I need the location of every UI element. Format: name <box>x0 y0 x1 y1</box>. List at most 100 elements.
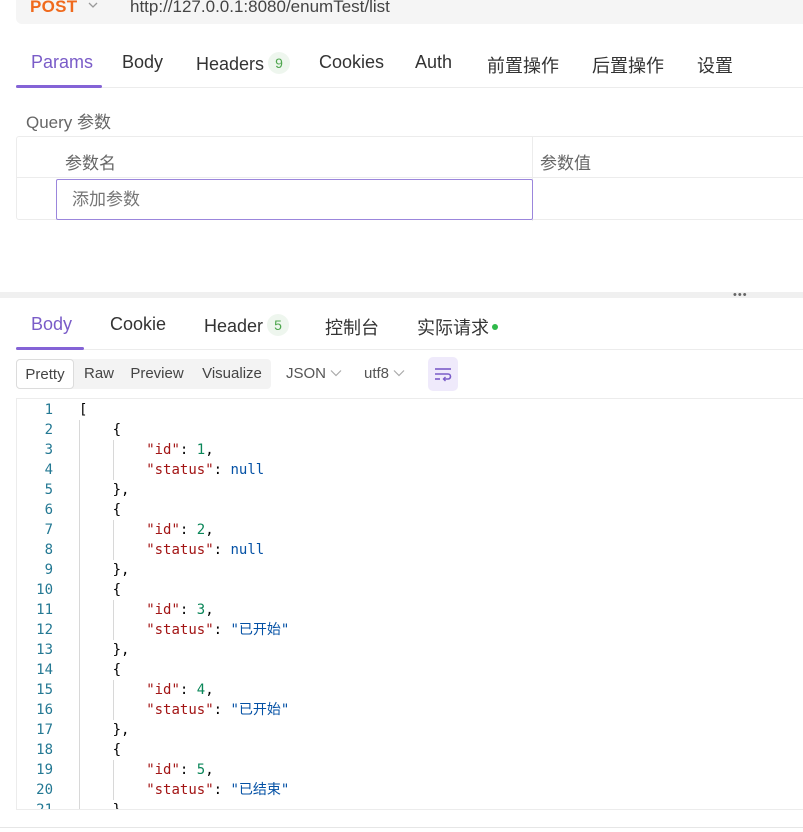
code-token: { <box>112 422 122 438</box>
code-line: 3 "id": 1, <box>17 440 803 460</box>
add-param-input[interactable] <box>56 179 533 220</box>
code-token: { <box>112 582 122 598</box>
code-token: : <box>179 762 197 778</box>
response-tabs: Body Cookie Header 5 控制台 实际请求 <box>16 304 803 350</box>
response-body-viewer[interactable]: 1[2{3 "id": 1, 4 "status": null 5}, 6{7 "id": … <box>16 398 803 810</box>
code-token: 3 <box>196 602 206 618</box>
resp-tab-body[interactable]: Body <box>31 314 72 335</box>
code-token: "status" <box>146 782 214 798</box>
format-dropdown[interactable]: JSON <box>286 359 342 389</box>
code-token: "已开始" <box>230 622 290 638</box>
code-text: "status": "已开始" <box>146 620 289 640</box>
code-line: 13}, <box>17 640 803 660</box>
resp-tab-header[interactable]: Header 5 <box>204 314 290 337</box>
code-text: "status": null <box>146 540 264 560</box>
code-token: , <box>205 602 214 618</box>
tab-body[interactable]: Body <box>122 52 163 73</box>
indent-guide <box>112 700 114 720</box>
view-pretty-button[interactable]: Pretty <box>16 359 74 389</box>
code-text: "id": 4, <box>146 680 213 700</box>
word-wrap-button[interactable] <box>428 357 458 391</box>
code-line: 2{ <box>17 420 803 440</box>
encoding-dropdown[interactable]: utf8 <box>364 359 405 389</box>
code-token: : <box>179 522 197 538</box>
code-line: 18 { <box>17 740 803 760</box>
code-text: [ <box>79 400 87 420</box>
panel-splitter[interactable] <box>0 292 803 298</box>
code-line: 12 "status": "已开始" <box>17 620 803 640</box>
code-line: 9}, <box>17 560 803 580</box>
code-line: 8 "status": null <box>17 540 803 560</box>
view-visualize-button[interactable]: Visualize <box>198 359 266 389</box>
tab-post-script[interactable]: 后置操作 <box>592 52 664 78</box>
resp-tab-cookie[interactable]: Cookie <box>110 314 166 335</box>
tab-auth[interactable]: Auth <box>415 52 452 73</box>
code-token: 2 <box>196 522 206 538</box>
indent-guide <box>112 780 114 800</box>
resp-tab-header-label: Header <box>204 316 264 336</box>
more-dots-icon[interactable]: ••• <box>733 290 748 301</box>
code-token: 4 <box>196 682 206 698</box>
code-line: 21} <box>17 800 803 810</box>
code-line: 6{ <box>17 500 803 520</box>
code-text: }, <box>113 640 130 660</box>
chevron-down-icon[interactable] <box>88 0 98 10</box>
code-token: null <box>230 542 265 558</box>
code-text: }, <box>113 720 130 740</box>
encoding-dropdown-label: utf8 <box>364 365 390 382</box>
code-token: "status" <box>146 542 214 558</box>
headers-count-badge: 9 <box>268 52 291 74</box>
code-token: "status" <box>146 702 214 718</box>
tab-params[interactable]: Params <box>31 52 93 73</box>
code-token: }, <box>112 482 130 498</box>
line-number: 10 <box>36 582 53 598</box>
active-tab-indicator <box>16 85 102 88</box>
tab-pre-script[interactable]: 前置操作 <box>487 52 559 78</box>
code-text: "id": 1, <box>146 440 213 460</box>
line-number: 13 <box>36 642 53 658</box>
code-line: 17}, <box>17 720 803 740</box>
line-number: 1 <box>44 402 53 418</box>
code-token: : <box>179 602 197 618</box>
line-number: 16 <box>36 702 53 718</box>
code-text: "status": "已结束" <box>146 780 289 800</box>
tab-headers[interactable]: Headers 9 <box>196 52 291 75</box>
query-params-table: 参数名 参数值 <box>16 136 803 221</box>
code-line: 14 { <box>17 660 803 680</box>
code-token: , <box>205 442 214 458</box>
resp-tab-actual-request-label: 实际请求 <box>417 318 489 338</box>
param-value-header: 参数值 <box>540 154 591 173</box>
code-token: "id" <box>146 762 180 778</box>
code-text: { <box>113 740 121 760</box>
line-number: 15 <box>36 682 53 698</box>
tab-settings[interactable]: 设置 <box>697 52 733 78</box>
view-preview-button[interactable]: Preview <box>126 359 188 389</box>
view-raw-button[interactable]: Raw <box>78 359 120 389</box>
code-token: : <box>213 462 231 478</box>
line-number: 11 <box>36 602 53 618</box>
code-token: { <box>112 502 122 518</box>
indent-guide <box>112 440 114 460</box>
code-token: } <box>112 802 122 810</box>
code-line: 20 "status": "已结束" <box>17 780 803 800</box>
indent-guide <box>112 600 114 620</box>
indent-guide <box>112 620 114 640</box>
resp-tab-actual-request[interactable]: 实际请求 <box>417 314 498 340</box>
code-text: "id": 3, <box>146 600 213 620</box>
format-dropdown-label: JSON <box>286 365 327 382</box>
resp-tab-console[interactable]: 控制台 <box>325 314 379 340</box>
code-token: : <box>213 782 231 798</box>
code-text: { <box>113 420 121 440</box>
url-input[interactable]: http://127.0.0.1:8080/enumTest/list <box>130 0 390 17</box>
code-token: "id" <box>146 602 180 618</box>
code-token: null <box>230 462 265 478</box>
code-token: "id" <box>146 522 180 538</box>
query-params-label: Query 参数 <box>26 113 112 132</box>
code-line: 10 { <box>17 580 803 600</box>
view-mode-group: Pretty Raw Preview Visualize <box>16 359 271 389</box>
tab-cookies[interactable]: Cookies <box>319 52 384 73</box>
method-selector[interactable]: POST <box>30 0 78 17</box>
code-text: { <box>113 580 121 600</box>
tab-headers-label: Headers <box>196 54 265 74</box>
line-number: 9 <box>44 562 53 578</box>
